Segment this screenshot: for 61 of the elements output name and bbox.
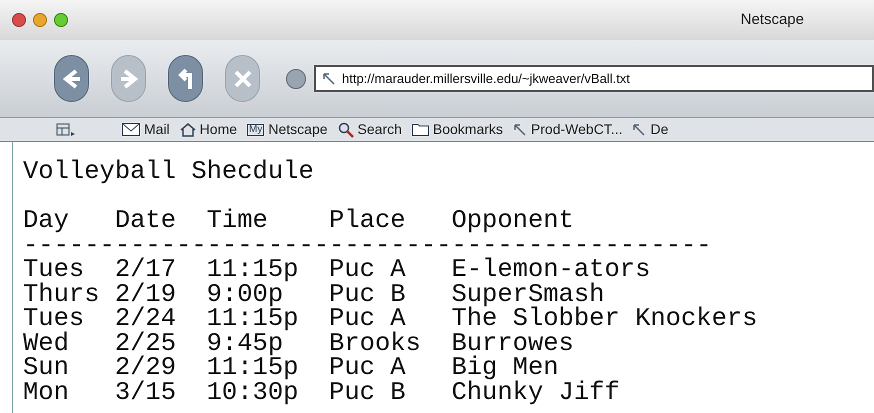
table-cell-text: 3/15 [114, 380, 178, 405]
table-cell-text: 10:30p [206, 380, 300, 405]
table-cell-text: Tues [23, 258, 84, 282]
document-title: Volleyball Shecdule [23, 160, 314, 184]
table-cell-text: 2/19 [114, 282, 178, 307]
table-cell-text: 2/17 [114, 258, 178, 282]
table-cell: Chunky Jiff [451, 380, 620, 405]
bookmark-link[interactable]: Home [180, 119, 238, 140]
column-header: Time [206, 209, 269, 234]
bookmark-icon [512, 122, 527, 136]
window-title: Netscape [740, 10, 804, 30]
table-cell: Burrowes [451, 332, 574, 356]
my-icon: My [247, 124, 264, 136]
table-cell-text: Brooks [329, 332, 422, 356]
table-cell-text: 11:15p [206, 307, 300, 332]
bookmark-link[interactable]: Bookmarks [412, 119, 503, 140]
table-cell: The Slobber Knockers [451, 307, 758, 332]
table-cell-text: Puc B [329, 380, 407, 405]
table-cell-text: Sun [23, 356, 70, 380]
home-icon [180, 122, 196, 136]
column-header: Opponent [451, 209, 574, 234]
table-cell: E-lemon-ators [451, 258, 650, 282]
bookmark-link[interactable]: Prod-WebCT... [512, 119, 622, 140]
table-cell-text: Puc B [329, 282, 407, 307]
table-cell-text: 2/25 [114, 332, 178, 356]
table-cell-text: Wed [23, 332, 70, 356]
table-cell-text: Puc A [329, 258, 407, 282]
sidebar-icon[interactable] [56, 122, 76, 136]
column-header: Place [329, 209, 407, 234]
table-cell: SuperSmash [451, 282, 604, 307]
url-text: http://marauder.millersville.edu/~jkweaver/vBall.txt [342, 70, 630, 88]
table-cell-text: Puc A [329, 356, 407, 380]
table-cell-text: 9:00p [206, 282, 284, 307]
table-cell-text: 9:45p [206, 332, 284, 356]
folder-icon [412, 123, 429, 136]
back-button[interactable] [54, 55, 89, 102]
table-cell-text: Puc A [329, 307, 406, 332]
envelope-icon [122, 123, 140, 136]
bookmark-icon [632, 122, 646, 136]
table-cell-text: 2/24 [114, 307, 178, 332]
column-header: Day [23, 209, 70, 234]
url-field[interactable]: http://marauder.millersville.edu/~jkweaver/vBall.txt [314, 65, 874, 92]
reload-button[interactable] [168, 55, 203, 102]
column-header: Date [114, 209, 178, 234]
bookmark-link[interactable]: De [632, 119, 668, 140]
zoom-icon[interactable] [54, 13, 68, 27]
table-cell-text: 11:15p [206, 258, 300, 282]
separator-line: --------------------------------------------- [23, 234, 712, 258]
close-icon[interactable] [12, 13, 26, 27]
bookmark-link[interactable]: Mail [122, 119, 170, 140]
bookmark-link[interactable]: Search [338, 119, 402, 140]
search-icon [338, 122, 354, 138]
table-cell-text: Thurs [23, 282, 101, 307]
table-cell-text: 2/29 [114, 356, 178, 380]
bookmark-link[interactable]: My Netscape [247, 119, 328, 140]
table-cell-text: Tues [23, 307, 86, 332]
table-cell: Big Men [451, 356, 559, 380]
bookmark-icon [322, 72, 336, 86]
table-cell-text: 11:15p [206, 356, 300, 380]
table-cell-text: Mon [23, 380, 70, 405]
minimize-icon[interactable] [33, 13, 47, 27]
